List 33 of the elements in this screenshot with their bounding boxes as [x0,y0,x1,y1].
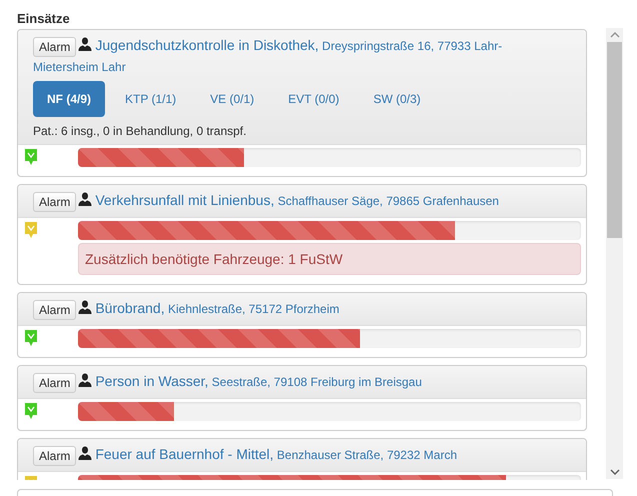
incident-title-link[interactable]: Feuer auf Bauernhof - Mittel, [95,446,274,462]
scroll-down-icon[interactable] [610,469,620,475]
tab[interactable]: VE (0/1) [196,81,268,117]
alarm-button[interactable]: Alarm [33,192,76,212]
incident-address-link[interactable]: Dreyspringstraße 16, 77933 Lahr- [322,39,502,53]
person-icon [78,446,92,460]
incident-address-link[interactable]: Seestraße, 79108 Freiburg im Breisgau [212,375,422,389]
tab[interactable]: KTP (1/1) [111,81,190,117]
alarm-button[interactable]: Alarm [33,300,76,320]
section-heading: Einsätze [17,10,71,28]
person-icon [78,192,92,206]
incident-address-link[interactable]: Benzhauser Straße, 79232 March [276,448,457,462]
tab[interactable]: NF (4/9) [33,81,106,117]
incident-title-link[interactable]: Person in Wasser, [95,373,208,389]
person-icon [78,300,92,314]
tab[interactable]: SW (0/3) [359,81,435,117]
incident-title-link[interactable]: Bürobrand, [95,300,165,316]
incident-address-link[interactable]: Kiehnlestraße, 75172 Pforzheim [168,302,340,316]
incident-title-link[interactable]: Verkehrsunfall mit Linienbus, [95,192,274,208]
scroll-up-icon[interactable] [610,32,620,38]
alarm-button[interactable]: Alarm [33,36,76,57]
patient-summary: Pat.: 6 insg., 0 in Behandlung, 0 transpf. [33,124,248,139]
alarm-button[interactable]: Alarm [33,446,76,466]
scrollbar[interactable] [606,28,623,479]
incident-address-link[interactable]: Mietersheim Lahr [33,60,126,74]
alert-message: Zusätzlich benötigte Fahrzeuge: 1 FuStW [78,243,581,275]
person-icon [78,373,92,387]
person-icon [78,37,92,51]
incident-address-link[interactable]: Schaffhauser Säge, 79865 Grafenhausen [278,194,499,208]
alarm-button[interactable]: Alarm [33,372,76,393]
incident-title-link[interactable]: Jugendschutzkontrolle in Diskothek, [95,37,319,53]
tab[interactable]: EVT (0/0) [274,81,354,117]
scroll-thumb[interactable] [607,42,622,238]
